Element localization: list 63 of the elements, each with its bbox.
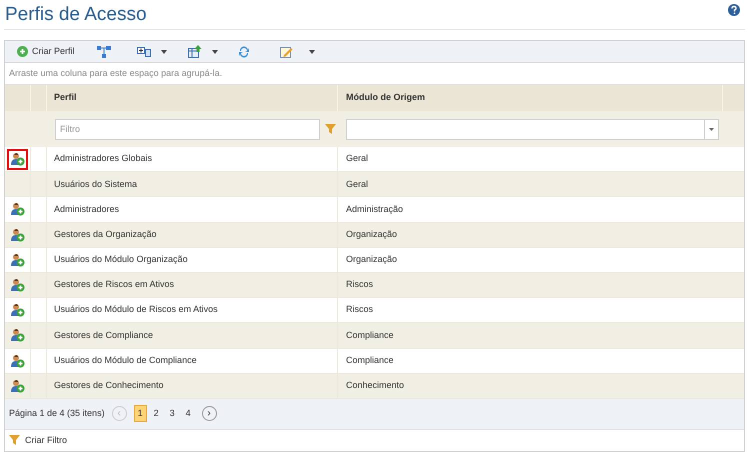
user-add-icon[interactable]: [10, 202, 25, 216]
refresh-icon[interactable]: [238, 46, 250, 58]
user-add-icon[interactable]: [10, 303, 25, 318]
table-row[interactable]: Usuários do Módulo de Compliance Compliance: [5, 348, 744, 374]
table-cell-text: Compliance: [345, 328, 395, 342]
user-add-icon[interactable]: [10, 252, 25, 267]
export-icon[interactable]: [188, 45, 202, 58]
page-button[interactable]: 4: [182, 405, 195, 422]
user-add-icon[interactable]: [10, 228, 25, 242]
table-cell-text: Conhecimento: [345, 379, 406, 392]
caret-icon[interactable]: [160, 50, 167, 54]
user-add-icon[interactable]: [10, 378, 25, 393]
table-cell: Administradores: [47, 197, 338, 222]
table-row[interactable]: Usuários do Módulo Organização Organização: [5, 248, 744, 273]
page-title: Perfis de Acesso: [5, 5, 147, 24]
table-row[interactable]: Usuários do Módulo de Riscos em Ativos Riscos: [5, 298, 744, 324]
add-icon: [17, 46, 28, 57]
table-row[interactable]: Gestores de Compliance Compliance: [5, 323, 744, 348]
help-icon[interactable]: [728, 4, 740, 16]
funnel-icon: [9, 435, 20, 446]
table-cell: Gestores de Compliance: [47, 323, 338, 348]
table-row[interactable]: Gestores de Riscos em Ativos Riscos: [5, 272, 744, 298]
page-button[interactable]: 3: [166, 405, 179, 422]
table-cell: Gestores da Organização: [47, 222, 338, 247]
table-row[interactable]: Gestores da Organização Organização: [5, 222, 744, 248]
table-cell-text: Organização: [345, 253, 398, 266]
create-filter-button[interactable]: Criar Filtro: [9, 434, 67, 448]
table-cell-text: Compliance: [345, 354, 395, 367]
caret-icon[interactable]: [212, 50, 218, 54]
table-cell-text: Administração: [345, 202, 404, 216]
table-cell: Gestores de Conhecimento: [47, 374, 338, 398]
caret-icon[interactable]: [308, 50, 315, 54]
table-cell: Usuários do Módulo Organização: [47, 248, 338, 272]
caret-icon: [709, 128, 714, 130]
page-button[interactable]: 1: [134, 405, 147, 422]
table-cell: Usuários do Sistema: [47, 172, 338, 196]
page-button[interactable]: 2: [150, 405, 163, 422]
funnel-icon: [325, 124, 336, 134]
table-row[interactable]: Usuários do Sistema Geral: [5, 172, 744, 198]
page-summary: Página 1 de 4 (35 itens): [9, 407, 105, 420]
table-cell-text: Riscos: [345, 278, 374, 292]
table-cell-text: Riscos: [345, 303, 374, 316]
create-profile-button[interactable]: Criar Perfil: [16, 44, 76, 58]
group-panel-hint: Arraste uma coluna para este espaço para agrupá-la.: [9, 66, 222, 80]
user-add-icon[interactable]: [10, 354, 25, 368]
table-cell: Administradores Globais: [47, 147, 338, 172]
table-cell: Gestores de Riscos em Ativos: [47, 272, 338, 298]
table-cell-text: Geral: [345, 178, 370, 191]
user-add-icon[interactable]: [10, 328, 25, 342]
table-cell: Usuários do Módulo de Riscos em Ativos: [47, 298, 338, 322]
columns-icon[interactable]: [136, 46, 151, 56]
table-row[interactable]: Administradores Administração: [5, 197, 744, 223]
user-add-icon[interactable]: [10, 278, 25, 292]
table-cell: Usuários do Módulo de Compliance: [47, 348, 338, 373]
table-row[interactable]: Administradores Globais Geral: [5, 147, 744, 172]
table-row[interactable]: Gestores de Conhecimento Conhecimento: [5, 374, 744, 399]
filter-field[interactable]: Filtro: [55, 118, 320, 140]
table-cell-text: Geral: [345, 152, 370, 166]
next-page-button[interactable]: ›: [202, 406, 217, 422]
table-cell-text: Organização: [345, 228, 398, 241]
user-add-icon[interactable]: [10, 152, 25, 166]
edit-icon[interactable]: [280, 46, 293, 58]
hierarchy-icon[interactable]: [96, 46, 111, 58]
